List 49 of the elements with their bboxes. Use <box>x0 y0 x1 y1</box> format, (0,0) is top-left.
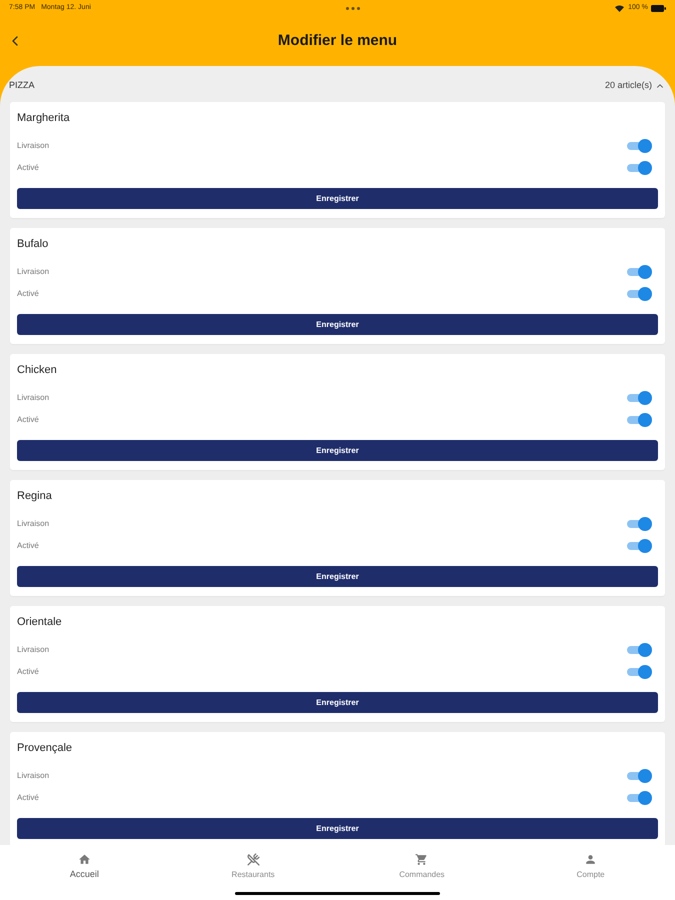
item-name: Orientale <box>17 614 62 630</box>
toggle-switch[interactable] <box>626 139 652 153</box>
item-name: Provençale <box>17 740 72 756</box>
toggle-switch[interactable] <box>626 517 652 531</box>
toggle-switch[interactable] <box>626 265 652 279</box>
toggle-switch[interactable] <box>626 643 652 657</box>
wifi-icon <box>615 4 624 12</box>
home-icon <box>78 853 91 866</box>
battery-icon <box>651 4 666 12</box>
item-name: Bufalo <box>17 236 48 252</box>
toggle-label: Livraison <box>17 518 50 530</box>
toggle-label: Livraison <box>17 140 50 152</box>
person-icon <box>584 853 598 866</box>
toggle-switch[interactable] <box>626 161 652 175</box>
toggle-label: Livraison <box>17 644 50 656</box>
toggle-switch[interactable] <box>626 769 652 783</box>
save-button[interactable]: Enregistrer <box>17 188 658 209</box>
nav-tab[interactable]: Accueil <box>70 853 99 882</box>
nav-tab[interactable]: Restaurants <box>232 853 275 882</box>
toggle-label: Activé <box>17 792 39 804</box>
save-button[interactable]: Enregistrer <box>17 440 658 461</box>
cart-icon <box>415 853 428 866</box>
save-button[interactable]: Enregistrer <box>17 692 658 713</box>
multitask-dots-icon <box>346 6 360 10</box>
save-button[interactable]: Enregistrer <box>17 314 658 335</box>
section-title: PIZZA <box>9 79 35 92</box>
section-toggle[interactable]: 20 article(s) <box>604 79 665 93</box>
toggle-label: Activé <box>17 162 39 174</box>
toggle-label: Activé <box>17 540 39 552</box>
toggle-label: Activé <box>17 666 39 678</box>
fork-knife-icon <box>246 853 260 866</box>
toggle-label: Activé <box>17 288 39 300</box>
toggle-label: Activé <box>17 414 39 426</box>
item-name: Margherita <box>17 110 70 126</box>
page-title: Modifier le menu <box>278 30 398 51</box>
toggle-switch[interactable] <box>626 539 652 553</box>
save-button[interactable]: Enregistrer <box>17 818 658 839</box>
toggle-switch[interactable] <box>626 391 652 405</box>
toggle-switch[interactable] <box>626 791 652 805</box>
toggle-label: Livraison <box>17 266 50 278</box>
toggle-switch[interactable] <box>626 287 652 301</box>
toggle-label: Livraison <box>17 770 50 782</box>
item-name: Regina <box>17 488 52 504</box>
toggle-label: Livraison <box>17 392 50 404</box>
toggle-switch[interactable] <box>626 413 652 427</box>
toggle-switch[interactable] <box>626 665 652 679</box>
nav-tab[interactable]: Compte <box>576 853 605 882</box>
save-button[interactable]: Enregistrer <box>17 566 658 587</box>
item-name: Chicken <box>17 362 57 378</box>
